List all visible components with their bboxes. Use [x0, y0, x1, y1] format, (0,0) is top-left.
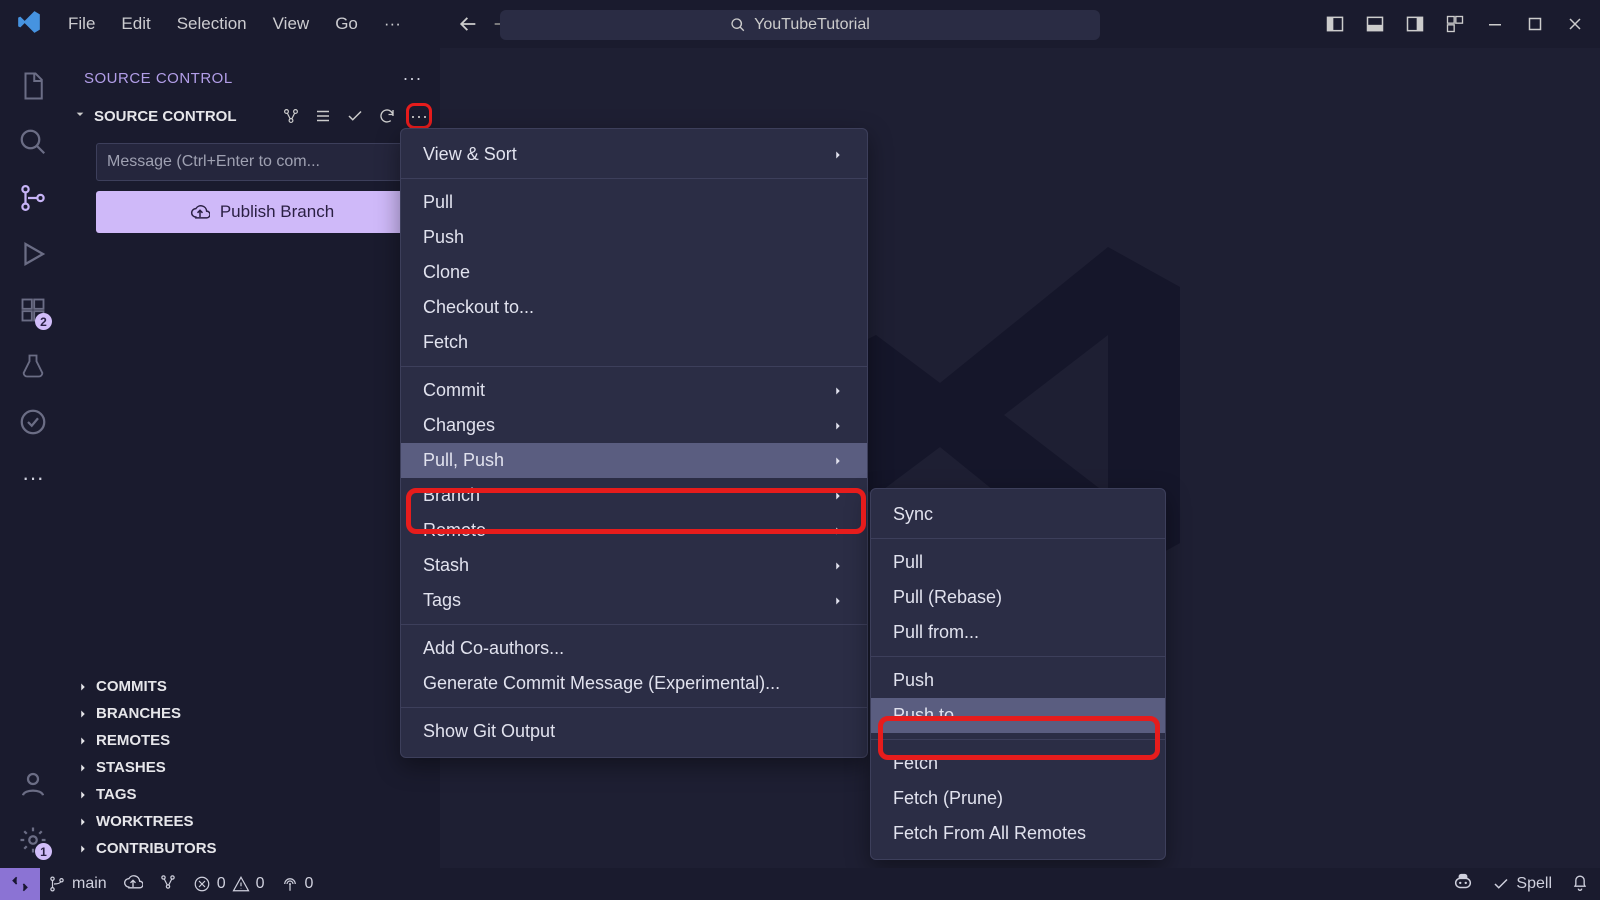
tree-commits[interactable]: COMMITS [66, 673, 440, 700]
scm-section-label: SOURCE CONTROL [94, 108, 237, 125]
menu-clone[interactable]: Clone [401, 255, 867, 290]
maximize-icon[interactable] [1518, 8, 1552, 40]
scm-tree: COMMITS BRANCHES REMOTES STASHES TAGS WO… [66, 673, 440, 868]
submenu-pull-from[interactable]: Pull from... [871, 615, 1165, 650]
menu-changes[interactable]: Changes [401, 408, 867, 443]
submenu-push[interactable]: Push [871, 663, 1165, 698]
menu-view-sort[interactable]: View & Sort [401, 137, 867, 172]
sidebar-more-icon[interactable]: ··· [403, 68, 422, 89]
command-center[interactable]: YouTubeTutorial [500, 10, 1100, 40]
graph-icon[interactable] [278, 103, 304, 129]
cloud-sync-icon[interactable] [123, 872, 143, 897]
submenu-fetch-prune[interactable]: Fetch (Prune) [871, 781, 1165, 816]
problems-indicator[interactable]: 0 0 [193, 875, 265, 893]
menu-stash[interactable]: Stash [401, 548, 867, 583]
remote-indicator-icon[interactable] [0, 868, 40, 900]
menu-file[interactable]: File [56, 8, 107, 40]
menu-view[interactable]: View [261, 8, 322, 40]
close-icon[interactable] [1558, 8, 1592, 40]
tree-worktrees[interactable]: WORKTREES [66, 808, 440, 835]
vscode-logo-icon [16, 9, 42, 39]
menu-checkout[interactable]: Checkout to... [401, 290, 867, 325]
run-debug-icon[interactable] [8, 226, 58, 282]
menu-tags[interactable]: Tags [401, 583, 867, 618]
activity-bar: 2 ··· 1 [0, 48, 66, 868]
layout-primary-icon[interactable] [1318, 8, 1352, 40]
layout-secondary-icon[interactable] [1398, 8, 1432, 40]
customize-layout-icon[interactable] [1438, 8, 1472, 40]
menu-go[interactable]: Go [323, 8, 370, 40]
tree-tags[interactable]: TAGS [66, 781, 440, 808]
ports-indicator[interactable]: 0 [281, 875, 314, 893]
tree-stashes[interactable]: STASHES [66, 754, 440, 781]
scm-section-header[interactable]: SOURCE CONTROL ··· [66, 95, 440, 137]
menu-branch[interactable]: Branch [401, 478, 867, 513]
submenu-sync[interactable]: Sync [871, 497, 1165, 532]
settings-gear-icon[interactable]: 1 [8, 812, 58, 868]
status-bar: main 0 0 0 Spell [0, 868, 1600, 900]
settings-badge: 1 [35, 843, 52, 860]
minimize-icon[interactable] [1478, 8, 1512, 40]
overflow-icon[interactable]: ··· [8, 450, 58, 506]
submenu-fetch-all[interactable]: Fetch From All Remotes [871, 816, 1165, 851]
chevron-down-icon [72, 106, 88, 126]
submenu-push-to[interactable]: Push to... [871, 698, 1165, 733]
menu-remote[interactable]: Remote [401, 513, 867, 548]
source-control-icon[interactable] [8, 170, 58, 226]
sidebar-title: SOURCE CONTROL [84, 70, 233, 87]
project-name: YouTubeTutorial [754, 16, 870, 34]
menu-add-coauthors[interactable]: Add Co-authors... [401, 631, 867, 666]
publish-label: Publish Branch [220, 202, 334, 222]
menu-push[interactable]: Push [401, 220, 867, 255]
gitlens-icon[interactable] [159, 873, 177, 896]
commit-placeholder: Message (Ctrl+Enter to com... [107, 153, 320, 171]
testing-icon[interactable] [8, 338, 58, 394]
titlebar: File Edit Selection View Go ··· YouTubeT… [0, 0, 1600, 48]
scm-more-actions-icon[interactable]: ··· [406, 103, 432, 129]
list-tree-icon[interactable] [310, 103, 336, 129]
scm-context-menu: View & Sort Pull Push Clone Checkout to.… [400, 128, 868, 758]
menu-pull[interactable]: Pull [401, 185, 867, 220]
app-menu: File Edit Selection View Go ··· [56, 8, 413, 40]
tree-remotes[interactable]: REMOTES [66, 727, 440, 754]
submenu-pull-rebase[interactable]: Pull (Rebase) [871, 580, 1165, 615]
pull-push-submenu: Sync Pull Pull (Rebase) Pull from... Pus… [870, 488, 1166, 860]
submenu-pull[interactable]: Pull [871, 545, 1165, 580]
accounts-icon[interactable] [8, 756, 58, 812]
publish-branch-button[interactable]: Publish Branch [96, 191, 428, 233]
tree-contributors[interactable]: CONTRIBUTORS [66, 835, 440, 862]
tree-branches[interactable]: BRANCHES [66, 700, 440, 727]
menu-gen-commit[interactable]: Generate Commit Message (Experimental)..… [401, 666, 867, 701]
commit-check-icon[interactable] [342, 103, 368, 129]
extensions-icon[interactable]: 2 [8, 282, 58, 338]
menu-fetch[interactable]: Fetch [401, 325, 867, 360]
refresh-icon[interactable] [374, 103, 400, 129]
menu-selection[interactable]: Selection [165, 8, 259, 40]
layout-panel-icon[interactable] [1358, 8, 1392, 40]
search-icon[interactable] [8, 114, 58, 170]
todo-icon[interactable] [8, 394, 58, 450]
bell-icon[interactable] [1570, 872, 1590, 897]
branch-indicator[interactable]: main [48, 875, 107, 893]
nav-back-icon[interactable] [453, 9, 483, 39]
menu-commit[interactable]: Commit [401, 373, 867, 408]
menu-edit[interactable]: Edit [109, 8, 162, 40]
copilot-icon[interactable] [1452, 871, 1474, 898]
explorer-icon[interactable] [8, 58, 58, 114]
sidebar: SOURCE CONTROL ··· SOURCE CONTROL ··· Me… [66, 48, 440, 868]
commit-message-input[interactable]: Message (Ctrl+Enter to com... ✦ [96, 143, 428, 181]
menu-show-git-output[interactable]: Show Git Output [401, 714, 867, 749]
menu-pull-push[interactable]: Pull, Push [401, 443, 867, 478]
extensions-badge: 2 [35, 313, 52, 330]
spell-indicator[interactable]: Spell [1492, 875, 1552, 893]
menu-overflow-icon[interactable]: ··· [372, 8, 413, 40]
submenu-fetch[interactable]: Fetch [871, 746, 1165, 781]
